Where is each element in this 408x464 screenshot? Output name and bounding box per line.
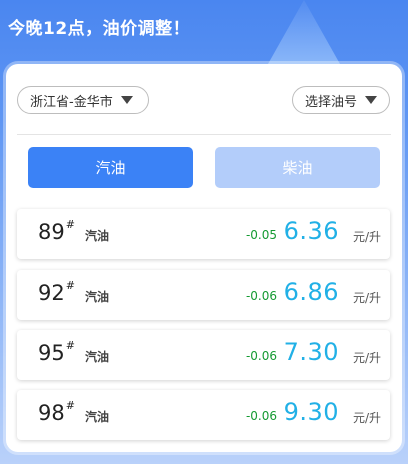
price-change: -0.06 [245,409,277,423]
price-value: 9.30 [283,398,339,426]
fuel-kind: 汽油 [85,229,110,243]
fuel-type-select[interactable]: 选择油号 [292,86,390,114]
grade-mark: # [65,218,75,231]
fuel-kind: 汽油 [85,410,110,424]
fuel-kind: 汽油 [85,350,110,364]
price-value: 6.86 [283,278,339,306]
chevron-down-icon [120,96,133,104]
page-title: 今晚12点，油价调整！ [8,19,191,39]
fuel-kind: 汽油 [85,290,110,304]
chevron-down-icon [365,96,378,104]
tab-gasoline[interactable]: 汽油 [28,147,193,188]
region-select-label: 浙江省-金华市 [30,94,113,110]
grade-number: 95# [38,339,75,365]
price-unit: 元/升 [352,291,381,305]
price-change: -0.06 [245,349,277,363]
divider [17,134,391,135]
tab-diesel[interactable]: 柴油 [215,147,380,188]
price-change: -0.06 [245,289,277,303]
price-unit: 元/升 [352,351,381,365]
price-change: -0.05 [245,228,277,242]
price-value: 7.30 [283,338,339,366]
grade-mark: # [65,279,75,292]
price-row: 89# 汽油 -0.05 6.36 元/升 [17,209,390,259]
grade-mark: # [65,399,75,412]
price-unit: 元/升 [352,411,381,425]
price-row: 98# 汽油 -0.06 9.30 元/升 [17,390,390,440]
region-select[interactable]: 浙江省-金华市 [17,86,149,114]
price-unit: 元/升 [352,230,381,244]
grade-number: 92# [38,279,75,305]
oil-drop-decoration [268,0,340,64]
grade-number: 98# [38,399,75,425]
price-card: 浙江省-金华市 选择油号 汽油 柴油 89# 汽油 -0.05 6.36 元/升… [6,64,402,452]
price-value: 6.36 [283,217,339,245]
price-row: 92# 汽油 -0.06 6.86 元/升 [17,270,390,320]
grade-number: 89# [38,218,75,244]
fuel-type-select-label: 选择油号 [305,94,358,110]
header: 今晚12点，油价调整！ [0,0,408,64]
grade-mark: # [65,339,75,352]
price-row: 95# 汽油 -0.06 7.30 元/升 [17,330,390,380]
